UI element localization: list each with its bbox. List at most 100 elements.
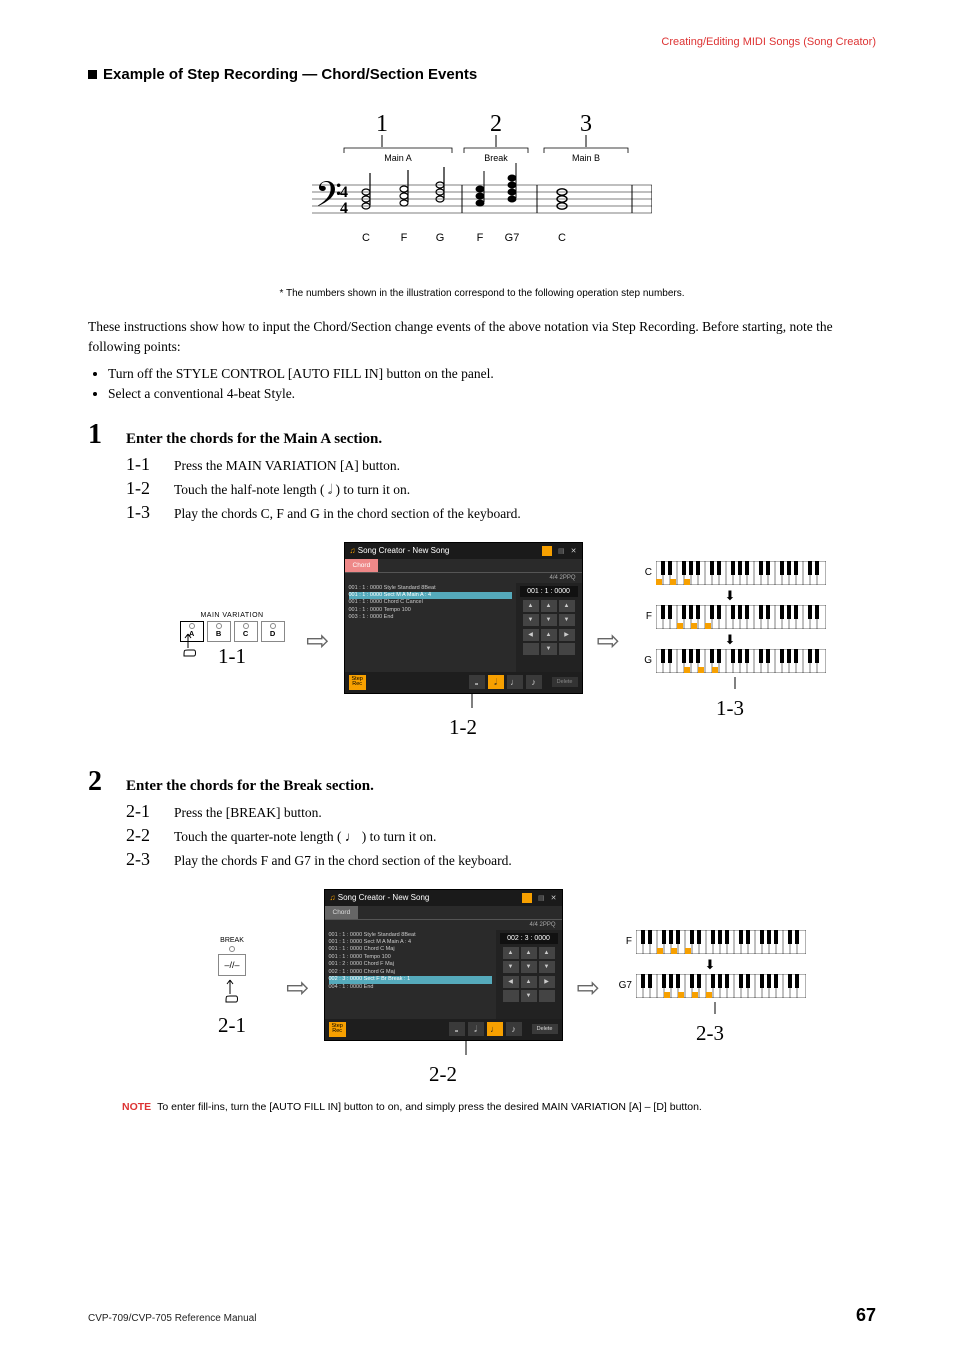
substep-text: Touch the half-note length ( 𝅗𝅥 ) to tur… — [174, 482, 410, 498]
svg-text:C: C — [362, 232, 370, 244]
svg-text:C: C — [558, 232, 566, 244]
chord-label: G — [634, 655, 652, 666]
down-arrow-icon: ⬇ — [614, 957, 806, 973]
close-icon[interactable]: ✕ — [551, 894, 557, 902]
svg-text:Main A: Main A — [384, 153, 412, 163]
window-title: Song Creator - New Song — [358, 546, 450, 555]
delete-button[interactable]: Delete — [552, 677, 578, 687]
menu-icon[interactable]: ▤ — [558, 547, 565, 555]
up-button[interactable]: ▲ — [523, 600, 539, 612]
whole-note-button[interactable]: 𝅝 — [469, 675, 485, 689]
keyboard-icon — [636, 930, 806, 954]
keyboard-icon — [656, 649, 826, 673]
step-number: 2 — [88, 766, 126, 798]
substep-number: 1-2 — [126, 478, 174, 499]
save-icon[interactable] — [522, 893, 532, 903]
up-button[interactable]: ▲ — [521, 976, 537, 988]
break-panel: BREAK ⁠–//– — [192, 937, 272, 1011]
down-button[interactable]: ▼ — [523, 614, 539, 626]
variation-c-button[interactable]: C — [234, 621, 258, 642]
finger-icon — [220, 978, 244, 1006]
up-button[interactable]: ▲ — [541, 600, 557, 612]
half-note-button[interactable]: 𝅗𝅥 — [488, 675, 504, 689]
chord-tab[interactable]: Chord — [345, 559, 379, 572]
half-note-button[interactable]: 𝅗𝅥 — [468, 1022, 484, 1036]
eighth-note-button[interactable]: ♪ — [506, 1022, 522, 1036]
list-row: 001 : 1 : 0000 Sect M A Main A : 4 — [349, 592, 512, 599]
svg-text:F: F — [477, 232, 484, 244]
substep-text: Play the chords C, F and G in the chord … — [174, 506, 521, 522]
next-button[interactable]: ▶ — [559, 629, 575, 641]
down-button[interactable]: ▼ — [503, 961, 519, 973]
quarter-note-button[interactable]: ♩ — [507, 675, 523, 689]
variation-b-button[interactable]: B — [207, 621, 231, 642]
step-rec-button[interactable]: Step Rec — [349, 675, 366, 690]
quarter-note-button[interactable]: ♩ — [487, 1022, 503, 1036]
svg-text:G7: G7 — [505, 232, 520, 244]
substep-number: 2-2 — [126, 825, 174, 846]
window-title: Song Creator - New Song — [338, 893, 430, 902]
next-button[interactable]: ▶ — [539, 976, 555, 988]
panel-title: MAIN VARIATION — [172, 612, 292, 619]
panel-title: BREAK — [192, 937, 272, 944]
down-button[interactable]: ▼ — [521, 961, 537, 973]
close-icon[interactable]: ✕ — [571, 547, 577, 555]
delete-button[interactable]: Delete — [532, 1024, 558, 1034]
list-row: 004 : 1 : 0000 End — [329, 984, 492, 991]
screenshot-caption: 1-2 — [344, 715, 583, 740]
breadcrumb: Creating/Editing MIDI Songs (Song Creato… — [88, 36, 876, 48]
chord-label: F — [634, 611, 652, 622]
notation-diagram: 1 2 3 Main A Break Main B 𝄢 — [88, 113, 876, 278]
list-row: 001 : 1 : 0000 Style Standard 8Beat — [349, 585, 512, 592]
down-button[interactable]: ▼ — [539, 961, 555, 973]
whole-note-button[interactable]: 𝅝 — [449, 1022, 465, 1036]
page-number: 67 — [856, 1305, 876, 1326]
down-arrow-icon: ⬇ — [634, 632, 826, 648]
substep-number: 1-3 — [126, 502, 174, 523]
substep-number: 1-1 — [126, 454, 174, 475]
position-counter: 002 : 3 : 0000 — [500, 933, 558, 944]
position-counter: 001 : 1 : 0000 — [520, 586, 578, 597]
svg-text:Main B: Main B — [572, 153, 600, 163]
chord-label: G7 — [614, 980, 632, 991]
down-button[interactable]: ▼ — [521, 990, 537, 1002]
break-button[interactable]: ⁠–//– — [218, 954, 246, 976]
meta-info: 4/4 2PPQ — [325, 920, 562, 930]
list-row: 002 : 3 : 0000 Sect F Br Break : 1 — [329, 976, 492, 983]
up-button[interactable]: ▲ — [559, 600, 575, 612]
eighth-note-button[interactable]: ♪ — [526, 675, 542, 689]
chord-label: F — [614, 936, 632, 947]
arrow-icon: ⇨ — [597, 624, 620, 658]
variation-d-button[interactable]: D — [261, 621, 285, 642]
up-button[interactable]: ▲ — [541, 629, 557, 641]
arrow-icon: ⇨ — [286, 971, 309, 1005]
down-button[interactable]: ▼ — [559, 614, 575, 626]
menu-icon[interactable]: ▤ — [538, 894, 545, 902]
prev-button[interactable]: ◀ — [523, 629, 539, 641]
step-rec-button[interactable]: Step Rec — [329, 1022, 346, 1037]
chord-tab[interactable]: Chord — [325, 906, 359, 919]
bullet-item: Turn off the STYLE CONTROL [AUTO FILL IN… — [108, 364, 876, 384]
notation-footnote: * The numbers shown in the illustration … — [88, 288, 876, 299]
up-button[interactable]: ▲ — [521, 947, 537, 959]
arrow-icon: ⇨ — [306, 624, 329, 658]
step-title: Enter the chords for the Break section. — [126, 778, 876, 795]
keyboard-caption: 2-3 — [614, 1021, 806, 1046]
event-list[interactable]: 001 : 1 : 0000 Style Standard 8Beat 001 … — [325, 930, 496, 1019]
keyboard-caption: 1-3 — [634, 696, 826, 721]
note-body: To enter fill-ins, turn the [AUTO FILL I… — [157, 1101, 702, 1113]
event-list[interactable]: 001 : 1 : 0000 Style Standard 8Beat 001 … — [345, 583, 516, 672]
save-icon[interactable] — [542, 546, 552, 556]
down-arrow-icon: ⬇ — [634, 588, 826, 604]
up-button[interactable]: ▲ — [539, 947, 555, 959]
list-row: 001 : 1 : 0000 Chord C Cancel — [349, 599, 512, 606]
list-row: 001 : 1 : 0000 Chord C Maj — [329, 946, 492, 953]
svg-text:2: 2 — [490, 113, 502, 137]
intro-text: These instructions show how to input the… — [88, 317, 876, 356]
down-button[interactable]: ▼ — [541, 643, 557, 655]
svg-text:G: G — [436, 232, 445, 244]
prev-button[interactable]: ◀ — [503, 976, 519, 988]
note-label: NOTE — [122, 1101, 151, 1113]
down-button[interactable]: ▼ — [541, 614, 557, 626]
up-button[interactable]: ▲ — [503, 947, 519, 959]
